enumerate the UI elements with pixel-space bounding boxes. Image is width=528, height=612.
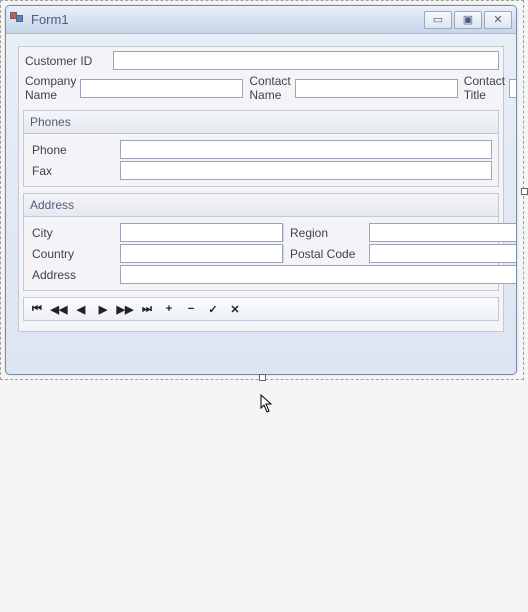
phone-label: Phone (30, 141, 120, 159)
address-group-title: Address (24, 194, 498, 217)
titlebar: Form1 ▭ ▣ ✕ (6, 6, 516, 34)
client-area: Customer ID Company Name Contact Name Co… (6, 34, 516, 344)
window-title: Form1 (31, 12, 424, 27)
nav-last-button[interactable]: ⏭ (136, 299, 158, 319)
resize-handle-east[interactable] (521, 188, 528, 195)
customer-id-input[interactable] (113, 51, 499, 70)
phones-group-title: Phones (24, 111, 498, 134)
city-input[interactable] (120, 223, 283, 242)
address-input[interactable] (120, 265, 517, 284)
fax-label: Fax (30, 162, 120, 180)
customer-id-label: Customer ID (23, 52, 113, 70)
nav-fast-back-button[interactable]: ◀◀ (48, 299, 70, 319)
nav-next-button[interactable]: ▶ (92, 299, 114, 319)
nav-add-button[interactable]: + (158, 299, 180, 319)
designer-surface: Form1 ▭ ▣ ✕ Customer ID Company Name Con… (0, 0, 524, 380)
city-label: City (30, 224, 120, 242)
country-label: Country (30, 245, 120, 263)
contact-name-input[interactable] (295, 79, 458, 98)
phone-input[interactable] (120, 140, 492, 159)
cursor-icon (260, 394, 274, 414)
postal-code-input[interactable] (369, 244, 517, 263)
data-navigator: ⏮ ◀◀ ◀ ▶ ▶▶ ⏭ + − ✓ ✕ (23, 297, 499, 321)
form-icon (10, 12, 26, 28)
address-group: Address City Region Country Postal Code … (23, 193, 499, 291)
nav-cancel-button[interactable]: ✕ (224, 299, 246, 319)
fax-input[interactable] (120, 161, 492, 180)
layout-control: Customer ID Company Name Contact Name Co… (18, 46, 504, 332)
nav-first-button[interactable]: ⏮ (26, 299, 48, 319)
nav-end-edit-button[interactable]: ✓ (202, 299, 224, 319)
maximize-button[interactable]: ▣ (454, 11, 482, 29)
postal-code-label: Postal Code (283, 245, 369, 263)
form-window: Form1 ▭ ▣ ✕ Customer ID Company Name Con… (5, 5, 517, 375)
minimize-button[interactable]: ▭ (424, 11, 452, 29)
phones-group: Phones Phone Fax (23, 110, 499, 187)
company-name-input[interactable] (80, 79, 243, 98)
contact-name-label: Contact Name (243, 72, 294, 104)
address-label: Address (30, 266, 120, 284)
nav-delete-button[interactable]: − (180, 299, 202, 319)
region-input[interactable] (369, 223, 517, 242)
nav-prev-button[interactable]: ◀ (70, 299, 92, 319)
contact-title-input[interactable] (509, 79, 517, 98)
region-label: Region (283, 224, 369, 242)
company-name-label: Company Name (23, 72, 80, 104)
contact-title-label: Contact Title (458, 72, 509, 104)
resize-handle-south[interactable] (259, 374, 266, 381)
nav-fast-fwd-button[interactable]: ▶▶ (114, 299, 136, 319)
country-input[interactable] (120, 244, 283, 263)
close-button[interactable]: ✕ (484, 11, 512, 29)
